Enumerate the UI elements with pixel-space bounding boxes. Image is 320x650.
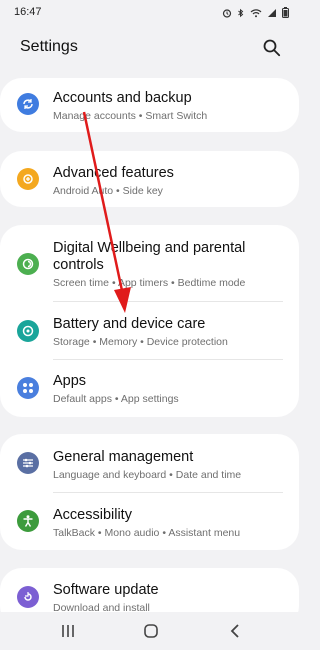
item-label: Software update — [53, 582, 159, 598]
sync-icon — [17, 93, 39, 115]
card-system: General management Language and keyboard… — [0, 434, 299, 550]
recent-apps-button[interactable] — [59, 622, 77, 640]
card-device: Digital Wellbeing and parental controls … — [0, 225, 299, 417]
settings-item-accessibility[interactable]: Accessibility TalkBack • Mono audio • As… — [0, 493, 299, 550]
item-subtitle: Language and keyboard • Date and time — [53, 469, 242, 481]
home-button[interactable] — [142, 622, 160, 640]
search-button[interactable] — [262, 38, 282, 58]
item-subtitle: Android Auto • Side key — [53, 185, 163, 197]
item-label: Accessibility — [53, 507, 132, 523]
apps-grid-icon — [17, 377, 39, 399]
card-accounts: Accounts and backup Manage accounts • Sm… — [0, 78, 299, 132]
recent-apps-icon — [62, 625, 74, 637]
status-time: 16:47 — [14, 6, 42, 18]
plus-gear-icon — [17, 168, 39, 190]
settings-item-accounts[interactable]: Accounts and backup Manage accounts • Sm… — [0, 78, 299, 132]
item-subtitle: Default apps • App settings — [53, 393, 179, 405]
item-subtitle: TalkBack • Mono audio • Assistant menu — [53, 527, 241, 539]
back-button[interactable] — [227, 622, 245, 640]
person-icon — [17, 510, 39, 532]
item-label: General management — [53, 449, 194, 465]
alarm-icon — [222, 5, 232, 23]
battery-icon — [282, 5, 289, 23]
settings-item-battery[interactable]: Battery and device care Storage • Memory… — [0, 302, 299, 359]
item-label: Accounts and backup — [53, 90, 192, 106]
item-subtitle: Manage accounts • Smart Switch — [53, 110, 208, 122]
settings-header: Settings — [0, 26, 299, 78]
status-icons — [222, 5, 289, 23]
update-icon — [17, 586, 39, 608]
item-label: Apps — [53, 373, 87, 389]
card-advanced: Advanced features Android Auto • Side ke… — [0, 151, 299, 207]
sliders-icon — [17, 452, 39, 474]
search-icon — [263, 39, 281, 57]
item-subtitle: Storage • Memory • Device protection — [53, 336, 228, 348]
settings-item-wellbeing[interactable]: Digital Wellbeing and parental controls … — [0, 225, 299, 300]
back-icon — [230, 624, 239, 638]
item-label: Advanced features — [53, 165, 174, 181]
battery-care-icon — [17, 320, 39, 342]
page-title: Settings — [20, 38, 78, 55]
item-subtitle: Screen time • App timers • Bedtime mode — [53, 277, 246, 289]
navigation-bar — [0, 612, 299, 650]
wifi-icon — [250, 5, 262, 23]
item-label: Battery and device care — [53, 316, 206, 332]
bluetooth-icon — [237, 5, 245, 23]
signal-icon — [267, 5, 277, 23]
home-icon — [144, 624, 158, 638]
settings-item-apps[interactable]: Apps Default apps • App settings — [0, 360, 299, 417]
settings-item-advanced[interactable]: Advanced features Android Auto • Side ke… — [0, 151, 299, 207]
item-label: Digital Wellbeing and parental controls — [53, 240, 246, 273]
status-bar: 16:47 — [0, 0, 299, 26]
settings-item-general[interactable]: General management Language and keyboard… — [0, 434, 299, 492]
wellbeing-icon — [17, 253, 39, 275]
